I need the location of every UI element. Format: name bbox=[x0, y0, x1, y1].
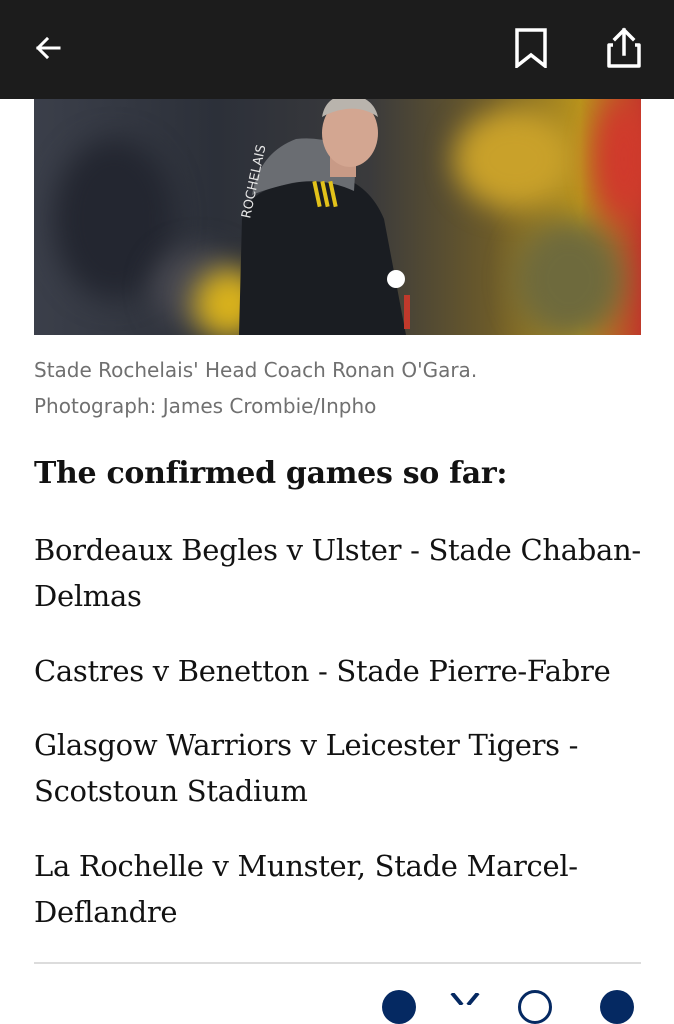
facebook-icon[interactable] bbox=[600, 990, 634, 1024]
fixture-paragraph: Bordeaux Begles v Ulster - Stade Chaban-… bbox=[34, 533, 641, 613]
arrow-left-icon bbox=[35, 36, 61, 60]
coach-figure: ROCHELAIS bbox=[239, 99, 410, 335]
back-button[interactable] bbox=[22, 22, 74, 74]
photo-caption: Stade Rochelais' Head Coach Ronan O'Gara… bbox=[34, 352, 634, 424]
bookmark-icon bbox=[515, 28, 547, 68]
bookmark-button[interactable] bbox=[505, 22, 557, 74]
share-button[interactable] bbox=[598, 22, 650, 74]
section-subheading: The confirmed games so far: bbox=[34, 456, 508, 491]
fixture-paragraph: Castres v Benetton - Stade Pierre-Fabre bbox=[34, 654, 611, 688]
caption-credit: Photograph: James Crombie/Inpho bbox=[34, 394, 377, 418]
article-divider bbox=[34, 962, 641, 964]
email-icon[interactable] bbox=[382, 990, 416, 1024]
whatsapp-icon[interactable] bbox=[518, 990, 552, 1024]
share-icon bbox=[607, 27, 641, 68]
x-icon[interactable] bbox=[448, 990, 482, 1007]
top-bar bbox=[0, 0, 674, 99]
article-photo[interactable]: ROCHELAIS bbox=[34, 99, 641, 335]
fixture-paragraph: La Rochelle v Munster, Stade Marcel-Defl… bbox=[34, 849, 578, 929]
caption-text: Stade Rochelais' Head Coach Ronan O'Gara… bbox=[34, 358, 478, 382]
fixture-paragraph: Glasgow Warriors v Leicester Tigers - Sc… bbox=[34, 728, 579, 808]
